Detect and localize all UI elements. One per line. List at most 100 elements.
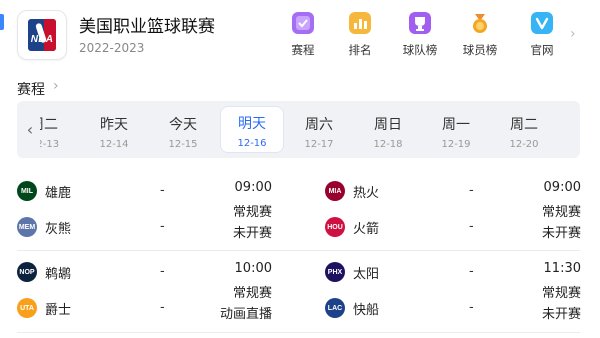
game-time: 09:00 <box>234 180 272 195</box>
date-tab-date: 12-13 <box>40 139 60 150</box>
team-row: HOU 火箭 <box>325 216 379 238</box>
game-card[interactable]: PHX 太阳 LAC 快船 - - 11:30 常规赛 未开赛 <box>325 261 581 335</box>
team-row: UTA 爵士 <box>17 297 71 319</box>
game-type: 常规赛 <box>541 205 581 220</box>
nav-schedule-label: 赛程 <box>291 43 315 57</box>
game-time: 10:00 <box>234 261 272 276</box>
date-tab[interactable]: 昨天 12-14 <box>83 101 145 158</box>
game-status: 动画直播 <box>219 307 272 322</box>
date-tab[interactable]: 周一 12-19 <box>425 101 487 158</box>
date-tab-day: 周六 <box>305 117 333 133</box>
nav-team-board-label: 球队榜 <box>402 43 438 57</box>
date-tab-date: 12-16 <box>237 138 267 149</box>
nav-player-board[interactable]: 球员榜 <box>460 12 500 58</box>
date-tab-day: 昨天 <box>100 117 128 133</box>
nav-ranking-label: 排名 <box>348 43 372 57</box>
date-tab[interactable]: 周二 12-20 <box>493 101 555 158</box>
game-type: 常规赛 <box>232 286 272 301</box>
chevron-right-icon[interactable]: › <box>53 78 59 94</box>
date-tab-date: 12-15 <box>168 139 198 150</box>
rockets-logo-icon: HOU <box>325 217 345 237</box>
date-tab[interactable]: 周日 12-18 <box>357 101 419 158</box>
team-score: - <box>160 219 165 234</box>
nav-official-site-label: 官网 <box>530 43 554 57</box>
nba-logo: NBA <box>17 10 67 60</box>
game-type: 常规赛 <box>541 286 581 301</box>
date-tab-date: 12-18 <box>373 139 403 150</box>
game-time: 09:00 <box>543 180 581 195</box>
date-tab-date: 12-19 <box>441 139 471 150</box>
grizzlies-logo-icon: MEM <box>17 217 37 237</box>
nav-player-board-label: 球员榜 <box>462 43 498 57</box>
team-name: 鹈鹕 <box>45 266 72 282</box>
clippers-logo-icon: LAC <box>325 298 345 318</box>
medal-icon <box>469 12 491 34</box>
official-v-icon <box>531 12 553 34</box>
date-tab-day: 周日 <box>374 117 402 133</box>
game-type: 常规赛 <box>232 205 272 220</box>
schedule-check-icon <box>292 12 314 34</box>
team-score: - <box>469 264 474 279</box>
date-strip: ‹ 周二 12-13 昨天 12-14 今天 12-15 明天 12-16 周六… <box>17 101 580 158</box>
date-tab-selected[interactable]: 明天 12-16 <box>220 106 284 153</box>
date-tab-date: 12-14 <box>99 139 129 150</box>
date-tab-day: 明天 <box>238 116 266 132</box>
team-score: - <box>160 300 165 315</box>
game-status: 未开赛 <box>541 307 581 322</box>
team-row: MIA 热火 <box>325 180 379 202</box>
page-title: 美国职业篮球联赛 <box>79 17 215 37</box>
team-score: - <box>469 219 474 234</box>
team-row: MEM 灰熊 <box>17 216 71 238</box>
nav-ranking[interactable]: 排名 <box>340 12 380 58</box>
date-tab-date: 12-17 <box>304 139 334 150</box>
bucks-logo-icon: MIL <box>17 181 37 201</box>
divider <box>17 332 580 333</box>
nav-schedule[interactable]: 赛程 <box>283 12 323 58</box>
team-name: 雄鹿 <box>45 185 72 201</box>
team-name: 灰熊 <box>45 221 72 237</box>
game-card[interactable]: MIL 雄鹿 MEM 灰熊 - - 09:00 常规赛 未开赛 <box>17 180 272 254</box>
game-card[interactable]: NOP 鹈鹕 UTA 爵士 - - 10:00 常规赛 动画直播 <box>17 261 272 335</box>
trophy-cup-icon <box>409 12 431 34</box>
chevron-right-icon[interactable]: › <box>570 26 576 42</box>
season-label: 2022-2023 <box>79 41 145 55</box>
date-tab[interactable]: 周二 12-13 <box>40 101 66 158</box>
nba-logo-mark: NBA <box>28 19 56 51</box>
team-name: 火箭 <box>353 221 380 237</box>
game-time: 11:30 <box>543 261 581 276</box>
team-name: 爵士 <box>45 302 72 318</box>
nba-logo-text: NBA <box>30 34 54 45</box>
schedule-heading[interactable]: 赛程 <box>17 79 45 99</box>
team-name: 快船 <box>353 302 380 318</box>
game-card[interactable]: MIA 热火 HOU 火箭 - - 09:00 常规赛 未开赛 <box>325 180 581 254</box>
accent-bar <box>0 14 4 30</box>
pelicans-logo-icon: NOP <box>17 262 37 282</box>
jazz-logo-icon: UTA <box>17 298 37 318</box>
date-tab-date: 12-20 <box>509 139 539 150</box>
team-name: 太阳 <box>353 266 380 282</box>
team-score: - <box>160 183 165 198</box>
date-tab-day: 今天 <box>169 117 197 133</box>
team-row: PHX 太阳 <box>325 261 379 283</box>
date-tab-day: 周二 <box>510 117 538 133</box>
team-row: MIL 雄鹿 <box>17 180 71 202</box>
team-row: NOP 鹈鹕 <box>17 261 71 283</box>
date-tab[interactable]: 今天 12-15 <box>152 101 214 158</box>
team-score: - <box>469 300 474 315</box>
team-score: - <box>160 264 165 279</box>
ranking-bars-icon <box>349 12 371 34</box>
team-row: LAC 快船 <box>325 297 379 319</box>
heat-logo-icon: MIA <box>325 181 345 201</box>
nav-official-site[interactable]: 官网 <box>522 12 562 58</box>
team-score: - <box>469 183 474 198</box>
game-status: 未开赛 <box>541 226 581 241</box>
date-tab-day: 周一 <box>442 117 470 133</box>
game-status: 未开赛 <box>232 226 272 241</box>
team-name: 热火 <box>353 185 380 201</box>
divider <box>17 250 580 251</box>
quick-nav: 赛程 排名 球队榜 球员榜 官网 <box>283 12 563 60</box>
suns-logo-icon: PHX <box>325 262 345 282</box>
date-tab[interactable]: 周六 12-17 <box>288 101 350 158</box>
nav-team-board[interactable]: 球队榜 <box>400 12 440 58</box>
date-tab-day: 周二 <box>40 117 58 133</box>
